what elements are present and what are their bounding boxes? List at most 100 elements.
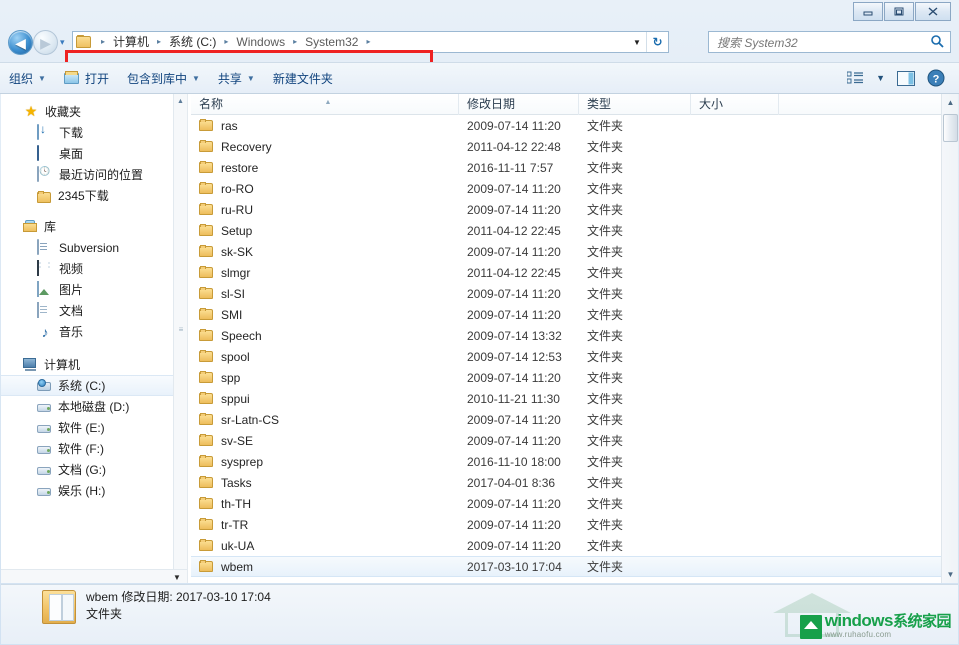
column-header-name[interactable]: ▲ 名称: [191, 94, 459, 115]
table-row[interactable]: th-TH 2009-07-14 11:20 文件夹: [191, 493, 941, 514]
sidebar-item-favorites[interactable]: ★ 收藏夹: [1, 100, 187, 122]
command-bar: 组织 ▼ 打开 包含到库中 ▼ 共享 ▼ 新建文件夹 ▼ ?: [0, 62, 959, 94]
pane-splitter[interactable]: [187, 94, 190, 583]
table-row[interactable]: uk-UA 2009-07-14 11:20 文件夹: [191, 535, 941, 556]
sidebar-label: 软件 (F:): [58, 442, 104, 456]
file-name-label: ras: [221, 118, 238, 133]
recent-pages-dropdown[interactable]: ▾: [60, 37, 65, 48]
forward-button[interactable]: ▶: [33, 30, 58, 55]
folder-icon: [199, 392, 215, 405]
sidebar-item-libraries[interactable]: 库: [1, 215, 187, 237]
table-row[interactable]: restore 2016-11-11 7:57 文件夹: [191, 157, 941, 178]
column-header-date-modified[interactable]: 修改日期: [459, 94, 579, 115]
minimize-button[interactable]: [853, 2, 883, 21]
cell-type: 文件夹: [587, 518, 624, 532]
address-dropdown-button[interactable]: ▼: [628, 32, 646, 52]
sidebar-item-desktop[interactable]: 桌面: [1, 143, 187, 164]
folder-icon: [199, 287, 215, 300]
cell-type: 文件夹: [587, 392, 624, 406]
table-row[interactable]: Recovery 2011-04-12 22:48 文件夹: [191, 136, 941, 157]
column-header-type[interactable]: 类型: [579, 94, 691, 115]
organize-button[interactable]: 组织 ▼: [0, 66, 55, 90]
new-folder-button[interactable]: 新建文件夹: [264, 66, 342, 90]
table-row[interactable]: sppui 2010-11-21 11:30 文件夹: [191, 388, 941, 409]
breadcrumb-item-windows[interactable]: Windows: [233, 32, 288, 52]
sidebar-item-documents[interactable]: 文档: [1, 300, 187, 321]
chevron-down-icon[interactable]: ▼: [170, 570, 184, 583]
table-row[interactable]: Tasks 2017-04-01 8:36 文件夹: [191, 472, 941, 493]
sidebar-label: 系统 (C:): [58, 379, 106, 393]
sidebar-item-2345-download[interactable]: 2345下载: [1, 185, 187, 206]
file-name-label: Recovery: [221, 139, 272, 154]
watermark-url: www.ruhaofu.com: [824, 630, 892, 639]
share-button[interactable]: 共享 ▼: [209, 66, 264, 90]
sidebar-item-recent-places[interactable]: 最近访问的位置: [1, 164, 187, 185]
table-row[interactable]: sl-SI 2009-07-14 11:20 文件夹: [191, 283, 941, 304]
scrollbar-thumb[interactable]: [943, 114, 958, 142]
table-row[interactable]: slmgr 2011-04-12 22:45 文件夹: [191, 262, 941, 283]
folder-large-icon: [38, 588, 82, 628]
sidebar-item-computer[interactable]: 计算机: [1, 353, 187, 375]
table-row[interactable]: wbem 2017-03-10 17:04 文件夹: [191, 556, 941, 577]
sidebar-item-music[interactable]: ♪ 音乐: [1, 321, 187, 342]
breadcrumb-item-system-c[interactable]: 系统 (C:): [166, 32, 219, 52]
sidebar-item-system-c[interactable]: 系统 (C:): [1, 375, 187, 396]
table-row[interactable]: tr-TR 2009-07-14 11:20 文件夹: [191, 514, 941, 535]
sidebar-item-documents-g[interactable]: 文档 (G:): [1, 459, 187, 480]
change-view-button[interactable]: [841, 66, 870, 90]
scroll-down-arrow-icon[interactable]: ▼: [942, 566, 958, 583]
watermark: windows系统家园 www.ruhaofu.com: [773, 591, 953, 643]
preview-pane-button[interactable]: [891, 66, 921, 90]
table-row[interactable]: sysprep 2016-11-10 18:00 文件夹: [191, 451, 941, 472]
sidebar-item-videos[interactable]: 视频: [1, 258, 187, 279]
search-box[interactable]: 搜索 System32: [708, 31, 951, 53]
sidebar-item-pictures[interactable]: 图片: [1, 279, 187, 300]
table-row[interactable]: ru-RU 2009-07-14 11:20 文件夹: [191, 199, 941, 220]
scroll-up-arrow-icon[interactable]: ▲: [942, 94, 958, 111]
music-icon: ♪: [41, 323, 49, 340]
help-button[interactable]: ?: [921, 66, 951, 90]
nav-pane-hscrollbar[interactable]: ▼: [1, 569, 187, 583]
scroll-grip[interactable]: ≡: [177, 322, 185, 338]
scroll-up-arrow-icon[interactable]: ▲: [174, 94, 187, 108]
sidebar-item-software-f[interactable]: 软件 (F:): [1, 438, 187, 459]
cell-name: sr-Latn-CS: [191, 413, 459, 427]
file-name-label: sppui: [221, 391, 250, 406]
table-row[interactable]: spp 2009-07-14 11:20 文件夹: [191, 367, 941, 388]
table-row[interactable]: sr-Latn-CS 2009-07-14 11:20 文件夹: [191, 409, 941, 430]
sidebar-item-software-e[interactable]: 软件 (E:): [1, 417, 187, 438]
breadcrumb-item-computer[interactable]: 计算机: [110, 32, 152, 52]
table-row[interactable]: SMI 2009-07-14 11:20 文件夹: [191, 304, 941, 325]
cell-date-modified: 2009-07-14 11:20: [467, 433, 561, 448]
include-in-library-button[interactable]: 包含到库中 ▼: [118, 66, 209, 90]
refresh-button[interactable]: ↻: [646, 32, 668, 52]
column-header-size[interactable]: 大小: [691, 94, 779, 115]
new-folder-label: 新建文件夹: [272, 71, 333, 86]
sidebar-label: 桌面: [59, 147, 84, 161]
close-button[interactable]: [915, 2, 951, 21]
table-row[interactable]: sv-SE 2009-07-14 11:20 文件夹: [191, 430, 941, 451]
sidebar-item-downloads[interactable]: 下载: [1, 122, 187, 143]
table-row[interactable]: ro-RO 2009-07-14 11:20 文件夹: [191, 178, 941, 199]
breadcrumb-item-system32[interactable]: System32: [302, 32, 361, 52]
address-bar[interactable]: ▸ 计算机 ▸ 系统 (C:) ▸ Windows ▸ System32 ▸ ▼…: [72, 31, 669, 53]
sidebar-item-subversion[interactable]: Subversion: [1, 237, 187, 258]
open-button[interactable]: 打开: [55, 66, 118, 90]
sidebar-item-entertainment-h[interactable]: 娱乐 (H:): [1, 480, 187, 501]
table-row[interactable]: sk-SK 2009-07-14 11:20 文件夹: [191, 241, 941, 262]
cell-name: uk-UA: [191, 539, 459, 553]
sidebar-item-local-disk-d[interactable]: 本地磁盘 (D:): [1, 396, 187, 417]
table-row[interactable]: ras 2009-07-14 11:20 文件夹: [191, 115, 941, 136]
search-input[interactable]: 搜索 System32: [709, 34, 924, 51]
view-dropdown-button[interactable]: ▼: [870, 66, 891, 90]
file-list-scrollbar[interactable]: ▲ ▼: [941, 94, 958, 583]
nav-pane-scrollbar[interactable]: ▲ ≡ ▼: [173, 94, 187, 583]
watermark-logo: windows系统家园 www.ruhaofu.com: [799, 612, 952, 639]
back-button[interactable]: ◀: [8, 30, 33, 55]
table-row[interactable]: Setup 2011-04-12 22:45 文件夹: [191, 220, 941, 241]
table-row[interactable]: spool 2009-07-14 12:53 文件夹: [191, 346, 941, 367]
cell-type: 文件夹: [587, 476, 624, 490]
cell-name: spool: [191, 350, 459, 364]
maximize-button[interactable]: [884, 2, 914, 21]
table-row[interactable]: Speech 2009-07-14 13:32 文件夹: [191, 325, 941, 346]
